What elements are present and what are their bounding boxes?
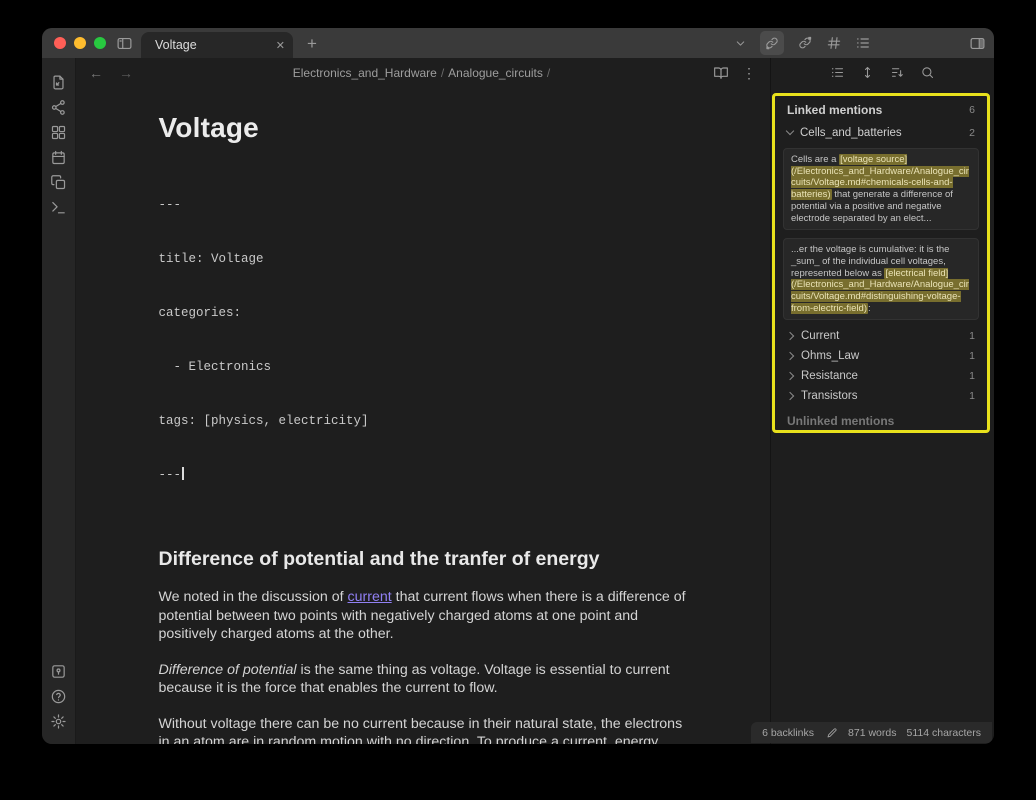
backlink-group-cells-and-batteries[interactable]: Cells_and_batteries 2 bbox=[775, 125, 987, 140]
canvas-grid-icon[interactable] bbox=[47, 120, 71, 144]
bullet-list-icon[interactable] bbox=[830, 65, 845, 80]
group-count: 2 bbox=[969, 127, 975, 139]
breadcrumb-separator: / bbox=[437, 66, 448, 80]
backlinks-pane-toolbar bbox=[771, 58, 994, 86]
backlink-result[interactable]: Cells are a [voltage source](/Electronic… bbox=[783, 148, 979, 230]
search-icon[interactable] bbox=[920, 65, 935, 80]
vault-switcher-icon[interactable] bbox=[47, 659, 71, 683]
backlinks-count[interactable]: 6 backlinks bbox=[762, 727, 814, 739]
help-icon[interactable] bbox=[47, 684, 71, 708]
left-sidebar-toggle-icon[interactable] bbox=[116, 35, 133, 52]
backlink-group-transistors[interactable]: Transistors 1 bbox=[775, 386, 987, 406]
chevron-down-icon bbox=[786, 127, 794, 135]
internal-link-current[interactable]: current bbox=[348, 589, 392, 605]
close-window-button[interactable] bbox=[54, 37, 66, 49]
backlinks-tab-icon[interactable] bbox=[760, 31, 784, 55]
paragraph: Without voltage there can be no current … bbox=[159, 715, 689, 745]
breadcrumb-separator: / bbox=[543, 66, 554, 80]
breadcrumb: Electronics_and_Hardware/Analogue_circui… bbox=[77, 66, 770, 80]
frontmatter-line: title: Voltage bbox=[159, 250, 689, 268]
chevron-right-icon bbox=[786, 372, 794, 380]
right-sidebar-tab-icons bbox=[734, 31, 994, 55]
right-sidebar: Linked mentions 6 Cells_and_batteries 2 … bbox=[770, 58, 994, 744]
unlinked-mentions-header[interactable]: Unlinked mentions bbox=[775, 414, 987, 428]
chevron-right-icon bbox=[786, 332, 794, 340]
outgoing-links-tab-icon[interactable] bbox=[797, 35, 813, 51]
linked-mentions-count: 6 bbox=[969, 104, 975, 116]
backlink-group-ohms-law[interactable]: Ohms_Law 1 bbox=[775, 346, 987, 366]
more-options-kebab-icon[interactable]: ⋮ bbox=[742, 65, 756, 82]
collapsed-backlink-list: Current 1 Ohms_Law 1 Resistance 1 Transi… bbox=[775, 326, 987, 406]
backlink-group-resistance[interactable]: Resistance 1 bbox=[775, 366, 987, 386]
word-count: 871 words bbox=[848, 727, 896, 739]
tab-close-icon[interactable]: ✕ bbox=[276, 39, 285, 52]
chevron-right-icon bbox=[786, 392, 794, 400]
copy-templates-icon[interactable] bbox=[47, 170, 71, 194]
new-tab-button[interactable]: + bbox=[307, 35, 317, 52]
left-ribbon bbox=[42, 58, 76, 744]
tab-voltage[interactable]: Voltage ✕ bbox=[141, 32, 293, 58]
backlink-group-current[interactable]: Current 1 bbox=[775, 326, 987, 346]
linked-mentions-pane: Linked mentions 6 Cells_and_batteries 2 … bbox=[772, 93, 990, 433]
right-sidebar-toggle-icon[interactable] bbox=[969, 35, 986, 52]
editor-header: ← → Electronics_and_Hardware/Analogue_ci… bbox=[77, 58, 770, 88]
sort-order-icon[interactable] bbox=[890, 65, 905, 80]
terminal-icon[interactable] bbox=[47, 195, 71, 219]
section-heading: Difference of potential and the tranfer … bbox=[159, 548, 689, 571]
chevron-down-icon[interactable] bbox=[734, 37, 747, 50]
text-cursor bbox=[182, 467, 184, 480]
obsidian-window: Voltage ✕ + bbox=[42, 28, 994, 744]
frontmatter-line: --- bbox=[159, 466, 689, 484]
linked-mentions-title: Linked mentions bbox=[787, 103, 882, 117]
note-title[interactable]: Voltage bbox=[159, 112, 689, 144]
minimize-window-button[interactable] bbox=[74, 37, 86, 49]
outline-tab-icon[interactable] bbox=[855, 35, 871, 51]
tab-bar: Voltage ✕ + bbox=[42, 28, 994, 58]
frontmatter-line: categories: bbox=[159, 304, 689, 322]
character-count: 5114 characters bbox=[906, 727, 981, 739]
navigate-forward-icon[interactable]: → bbox=[119, 65, 133, 81]
tab-title: Voltage bbox=[155, 38, 276, 52]
status-bar: 6 backlinks 871 words 5114 characters bbox=[751, 722, 992, 743]
settings-gear-icon[interactable] bbox=[47, 709, 71, 733]
ribbon-bottom-group bbox=[47, 659, 71, 734]
breadcrumb-subfolder[interactable]: Analogue_circuits bbox=[448, 66, 543, 80]
paragraph: Difference of potential is the same thin… bbox=[159, 661, 689, 698]
tags-tab-icon[interactable] bbox=[826, 35, 842, 51]
reading-view-book-icon[interactable] bbox=[713, 65, 729, 81]
frontmatter-block[interactable]: --- title: Voltage categories: - Electro… bbox=[159, 160, 689, 520]
expand-collapse-icon[interactable] bbox=[860, 65, 875, 80]
zoom-window-button[interactable] bbox=[94, 37, 106, 49]
graph-view-icon[interactable] bbox=[47, 95, 71, 119]
frontmatter-line: tags: [physics, electricity] bbox=[159, 412, 689, 430]
backlink-result[interactable]: ...er the voltage is cumulative: it is t… bbox=[783, 238, 979, 320]
paragraph: We noted in the discussion of current th… bbox=[159, 588, 689, 644]
navigate-back-icon[interactable]: ← bbox=[89, 65, 103, 81]
edit-pencil-icon bbox=[826, 727, 838, 739]
window-controls bbox=[42, 37, 106, 49]
frontmatter-line: - Electronics bbox=[159, 358, 689, 376]
chevron-right-icon bbox=[786, 352, 794, 360]
editor-content[interactable]: Voltage --- title: Voltage categories: -… bbox=[77, 88, 770, 744]
note-file-icon[interactable] bbox=[47, 70, 71, 94]
linked-mentions-header: Linked mentions 6 bbox=[775, 102, 987, 117]
calendar-icon[interactable] bbox=[47, 145, 71, 169]
breadcrumb-folder[interactable]: Electronics_and_Hardware bbox=[293, 66, 437, 80]
frontmatter-line: --- bbox=[159, 196, 689, 214]
